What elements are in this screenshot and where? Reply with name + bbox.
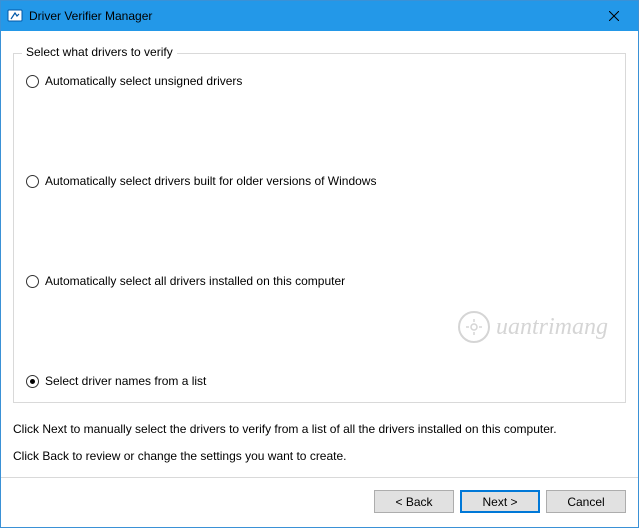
radio-icon — [26, 375, 39, 388]
radio-all-installed-drivers[interactable]: Automatically select all drivers install… — [26, 274, 613, 288]
radio-icon — [26, 175, 39, 188]
content-area: Select what drivers to verify Automatica… — [1, 31, 638, 477]
radio-older-windows-drivers[interactable]: Automatically select drivers built for o… — [26, 174, 613, 188]
radio-select-from-list[interactable]: Select driver names from a list — [26, 374, 613, 388]
radio-label: Select driver names from a list — [45, 374, 206, 388]
driver-select-group: Select what drivers to verify Automatica… — [13, 53, 626, 403]
group-legend: Select what drivers to verify — [22, 45, 177, 59]
radio-unsigned-drivers[interactable]: Automatically select unsigned drivers — [26, 74, 613, 88]
radio-icon — [26, 75, 39, 88]
radio-label: Automatically select unsigned drivers — [45, 74, 242, 88]
help-text: Click Next to manually select the driver… — [13, 421, 626, 465]
titlebar: Driver Verifier Manager — [1, 1, 638, 31]
help-line-1: Click Next to manually select the driver… — [13, 421, 626, 438]
button-bar: < Back Next > Cancel — [1, 477, 638, 525]
back-button[interactable]: < Back — [374, 490, 454, 513]
cancel-button[interactable]: Cancel — [546, 490, 626, 513]
radio-icon — [26, 275, 39, 288]
close-icon — [609, 11, 619, 21]
radio-label: Automatically select drivers built for o… — [45, 174, 376, 188]
next-button[interactable]: Next > — [460, 490, 540, 513]
help-line-2: Click Back to review or change the setti… — [13, 448, 626, 465]
app-icon — [7, 8, 23, 24]
close-button[interactable] — [591, 2, 636, 31]
radio-label: Automatically select all drivers install… — [45, 274, 345, 288]
window-title: Driver Verifier Manager — [29, 9, 591, 23]
